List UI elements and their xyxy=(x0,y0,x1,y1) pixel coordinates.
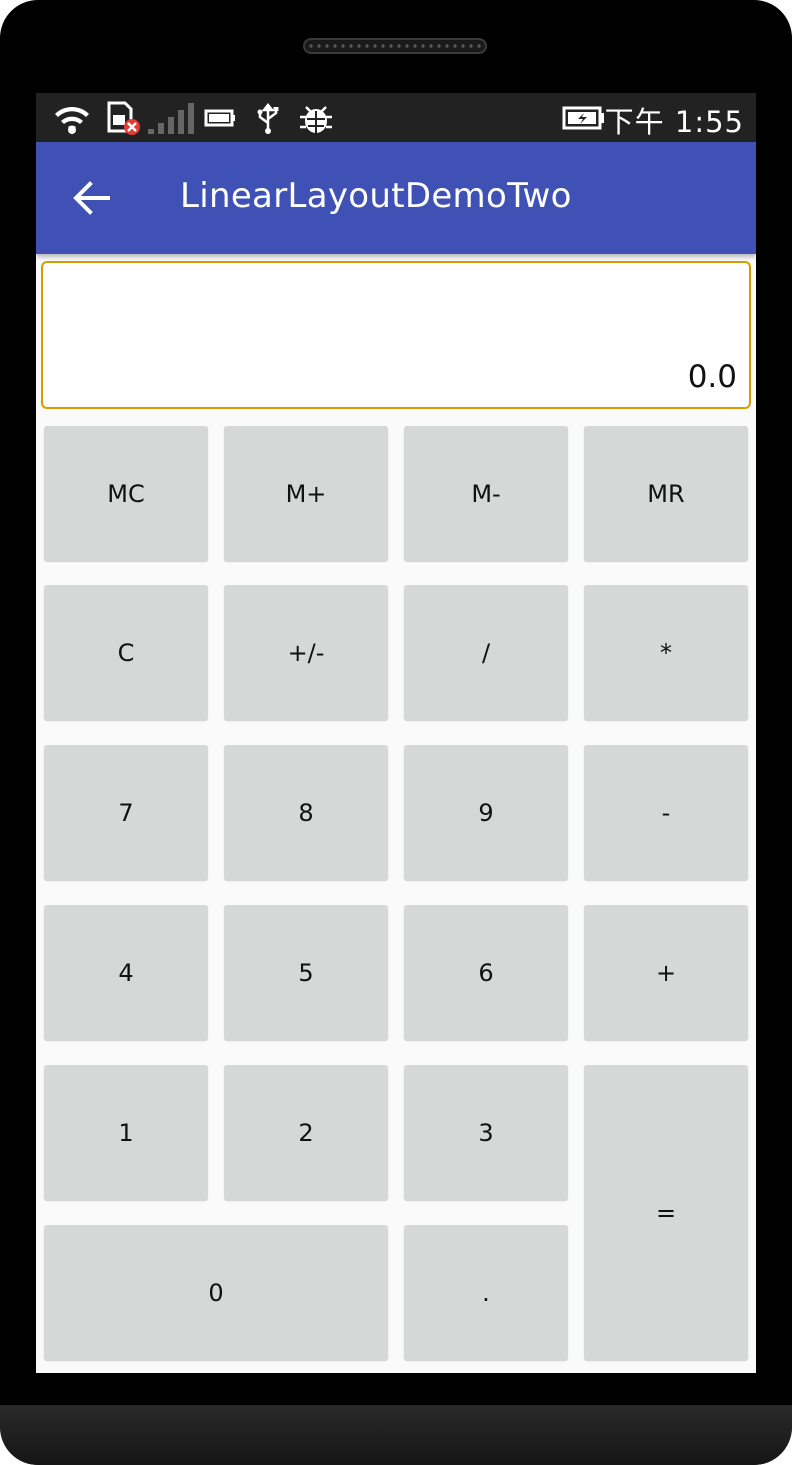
calculator-display[interactable]: 0.0 xyxy=(41,261,751,409)
phone-frame: 下午 1:55 LinearLayoutDemoTwo 0.0 MC M+ M-… xyxy=(0,0,792,1465)
speaker-grille xyxy=(303,38,487,54)
usb-icon xyxy=(257,102,279,134)
phone-bottom-bezel xyxy=(0,1405,792,1465)
digit-2-button[interactable]: 2 xyxy=(224,1065,388,1200)
digit-5-button[interactable]: 5 xyxy=(224,905,388,1040)
battery-charging-icon xyxy=(562,106,604,130)
mc-button[interactable]: MC xyxy=(44,426,208,561)
decimal-point-button[interactable]: . xyxy=(404,1225,568,1360)
multiply-button[interactable]: * xyxy=(584,585,748,720)
screen: 下午 1:55 LinearLayoutDemoTwo 0.0 MC M+ M-… xyxy=(36,93,756,1373)
plus-button[interactable]: + xyxy=(584,905,748,1040)
digit-1-button[interactable]: 1 xyxy=(44,1065,208,1200)
status-time: 下午 1:55 xyxy=(604,105,744,139)
divide-button[interactable]: / xyxy=(404,585,568,720)
m-plus-button[interactable]: M+ xyxy=(224,426,388,561)
clear-button[interactable]: C xyxy=(44,585,208,720)
battery-small-icon xyxy=(204,109,235,127)
page-title: LinearLayoutDemoTwo xyxy=(180,176,572,216)
digit-0-button[interactable]: 0 xyxy=(44,1225,388,1360)
signal-icon xyxy=(148,103,194,134)
status-bar: 下午 1:55 xyxy=(36,93,756,142)
digit-3-button[interactable]: 3 xyxy=(404,1065,568,1200)
digit-7-button[interactable]: 7 xyxy=(44,745,208,880)
mr-button[interactable]: MR xyxy=(584,426,748,561)
arrow-left-icon[interactable] xyxy=(72,180,110,216)
sign-toggle-button[interactable]: +/- xyxy=(224,585,388,720)
digit-6-button[interactable]: 6 xyxy=(404,905,568,1040)
digit-4-button[interactable]: 4 xyxy=(44,905,208,1040)
sim-error-icon xyxy=(107,101,140,135)
digit-8-button[interactable]: 8 xyxy=(224,745,388,880)
debug-bug-icon xyxy=(300,106,332,133)
m-minus-button[interactable]: M- xyxy=(404,426,568,561)
wifi-icon xyxy=(55,106,89,134)
equals-button[interactable]: = xyxy=(584,1065,748,1360)
app-bar: LinearLayoutDemoTwo xyxy=(36,142,756,254)
digit-9-button[interactable]: 9 xyxy=(404,745,568,880)
display-value: 0.0 xyxy=(687,359,737,395)
minus-button[interactable]: - xyxy=(584,745,748,880)
